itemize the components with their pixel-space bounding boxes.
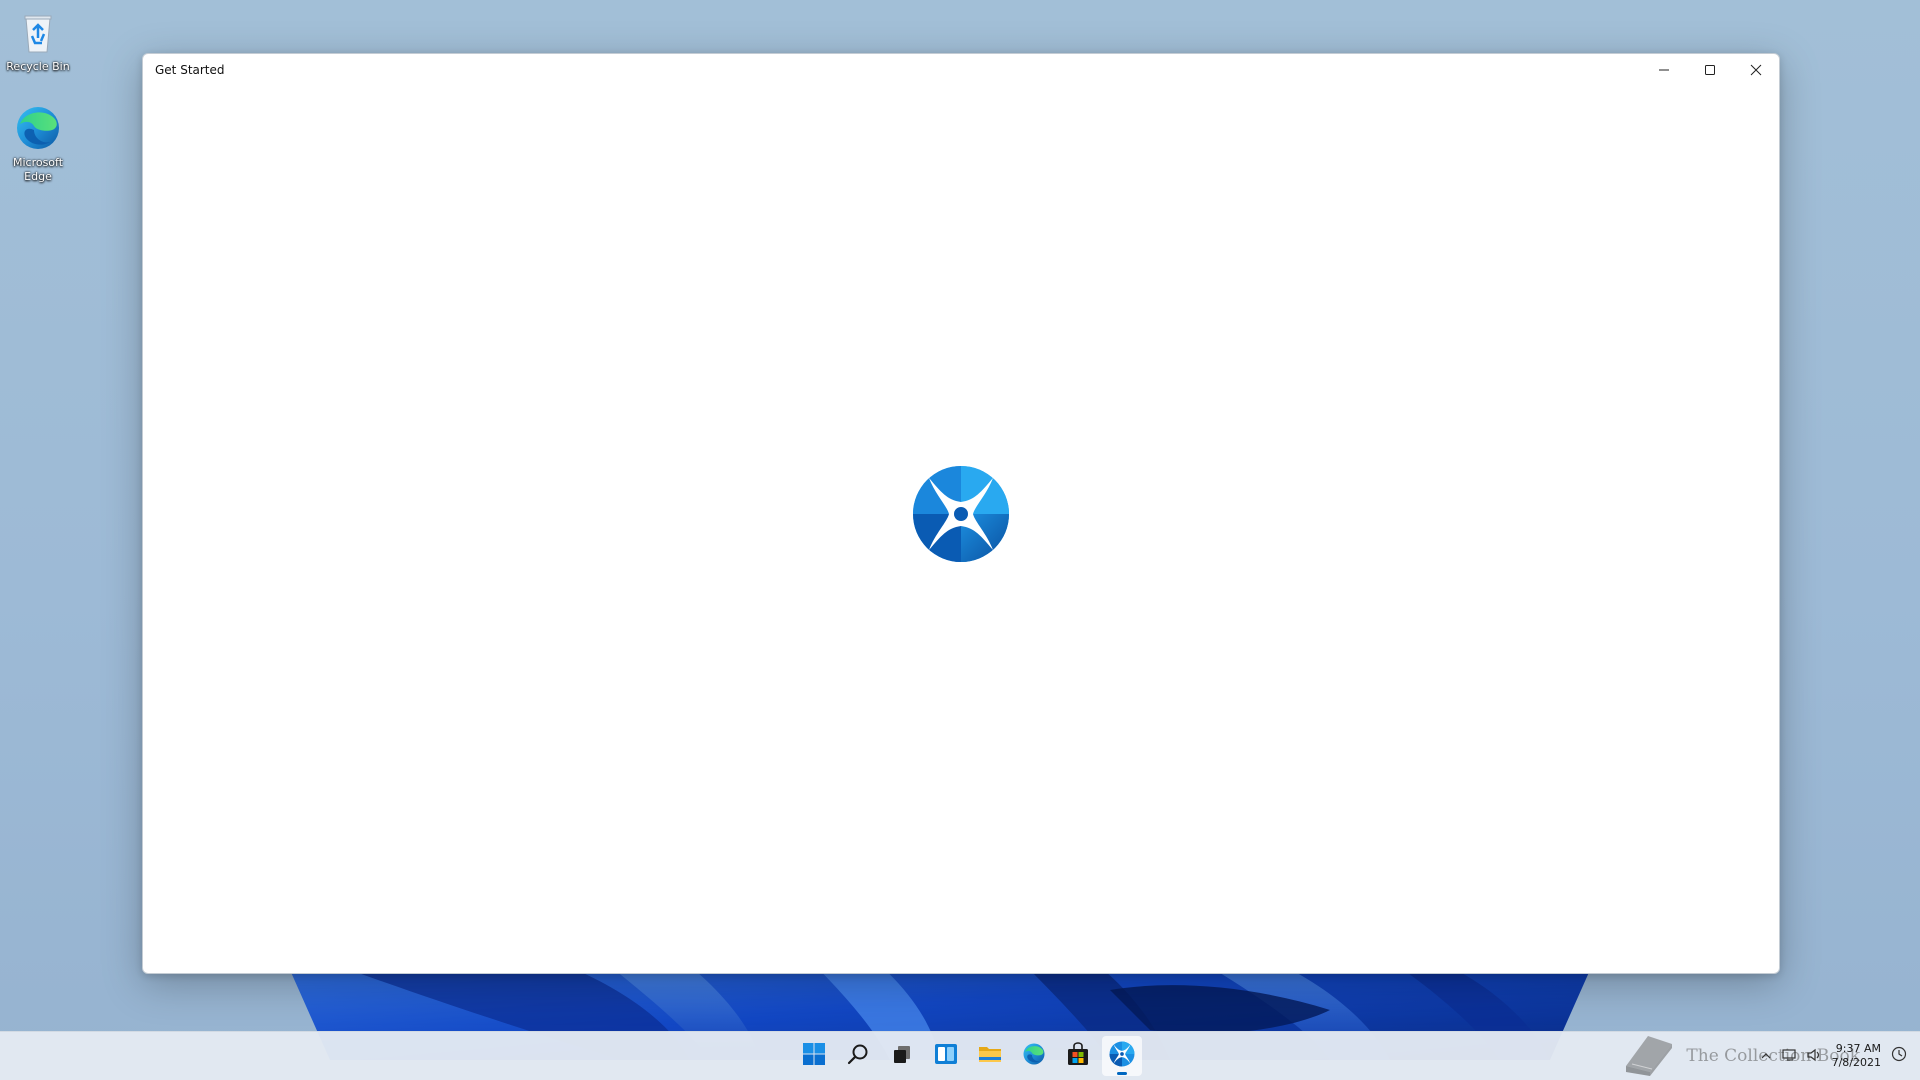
taskbar-widgets-button[interactable]	[926, 1036, 966, 1076]
close-icon	[1750, 61, 1762, 80]
close-button[interactable]	[1733, 54, 1779, 86]
file-explorer-icon	[978, 1042, 1002, 1070]
windows-start-icon	[802, 1042, 826, 1070]
taskbar-start-button[interactable]	[794, 1036, 834, 1076]
chevron-up-icon	[1760, 1047, 1772, 1066]
volume-icon	[1806, 1047, 1822, 1066]
window-title: Get Started	[155, 63, 225, 77]
get-started-icon	[1109, 1041, 1135, 1071]
tray-clock[interactable]: 9:37 AM 7/8/2021	[1832, 1042, 1881, 1070]
widgets-icon	[934, 1042, 958, 1070]
window-content	[143, 86, 1779, 973]
system-tray: 9:37 AM 7/8/2021	[1754, 1032, 1920, 1080]
edge-icon	[14, 104, 62, 152]
taskbar-file-explorer-button[interactable]	[970, 1036, 1010, 1076]
minimize-button[interactable]	[1641, 54, 1687, 86]
edge-icon	[1022, 1042, 1046, 1070]
taskbar-store-button[interactable]	[1058, 1036, 1098, 1076]
desktop-icon-label: Recycle Bin	[6, 60, 70, 73]
recycle-bin-icon	[14, 8, 62, 56]
window-titlebar[interactable]: Get Started	[143, 54, 1779, 86]
get-started-window: Get Started	[142, 53, 1780, 974]
desktop-icon-microsoft-edge[interactable]: Microsoft Edge	[4, 104, 72, 184]
notification-icon	[1891, 1046, 1907, 1066]
get-started-logo-icon	[911, 464, 1011, 564]
tray-volume-button[interactable]	[1803, 1045, 1825, 1067]
tray-notifications-button[interactable]	[1888, 1045, 1910, 1067]
caption-buttons	[1641, 54, 1779, 86]
clock-date: 7/8/2021	[1831, 1056, 1881, 1069]
minimize-icon	[1658, 61, 1670, 80]
tray-overflow-button[interactable]	[1755, 1045, 1777, 1067]
taskbar: The Collection Book 9:37 AM 7/8/2021	[0, 1031, 1920, 1080]
desktop-icon-recycle-bin[interactable]: Recycle Bin	[4, 8, 72, 74]
taskbar-edge-button[interactable]	[1014, 1036, 1054, 1076]
taskbar-get-started-button[interactable]	[1102, 1036, 1142, 1076]
search-icon	[847, 1043, 869, 1069]
maximize-icon	[1704, 61, 1716, 80]
maximize-button[interactable]	[1687, 54, 1733, 86]
tray-network-button[interactable]	[1779, 1045, 1801, 1067]
taskbar-pinned-apps	[792, 1032, 1144, 1080]
book-icon	[1620, 1032, 1676, 1080]
task-view-icon	[891, 1043, 913, 1069]
taskbar-task-view-button[interactable]	[882, 1036, 922, 1076]
network-icon	[1781, 1047, 1798, 1066]
desktop-icon-label: Microsoft Edge	[12, 156, 64, 183]
clock-time: 9:37 AM	[1835, 1042, 1881, 1055]
store-icon	[1066, 1042, 1090, 1070]
taskbar-search-button[interactable]	[838, 1036, 878, 1076]
desktop: Recycle Bin Microsoft Edge Get Started T…	[0, 0, 1920, 1080]
